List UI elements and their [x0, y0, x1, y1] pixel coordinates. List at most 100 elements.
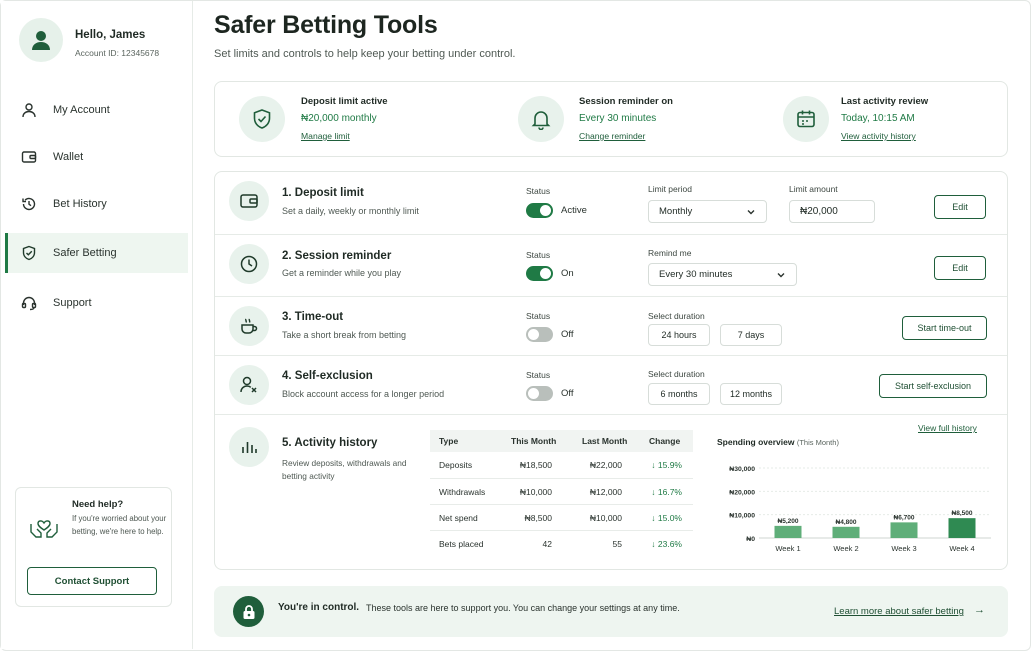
summary-value: Today, 10:15 AM: [841, 113, 915, 124]
duration-option-7-days[interactable]: 7 days: [720, 324, 782, 346]
time-out-status-text: Off: [561, 329, 574, 340]
activity-history-desc-line1: Review deposits, withdrawals and: [282, 458, 407, 468]
table-cell: ₦10,000: [589, 513, 622, 523]
activity-history-desc-line2: betting activity: [282, 471, 335, 481]
limit-amount-label: Limit amount: [789, 184, 838, 194]
sidebar-item-wallet[interactable]: Wallet: [5, 137, 188, 177]
table-cell: ↓ 16.7%: [651, 487, 682, 497]
sidebar-item-label: My Account: [53, 104, 110, 116]
deposit-status-text: Active: [561, 205, 587, 216]
x-tick-label: Week 1: [775, 544, 800, 553]
table-cell: ₦18,500: [519, 460, 552, 470]
deposit-edit-button[interactable]: Edit: [934, 195, 986, 219]
duration-option-24-hours[interactable]: 24 hours: [648, 324, 710, 346]
session-reminder-toggle[interactable]: [526, 266, 553, 281]
time-out-title: 3. Time-out: [282, 311, 344, 323]
tools-panel: 1. Deposit limit Set a daily, weekly or …: [214, 171, 1008, 570]
limit-period-value: Monthly: [659, 206, 693, 217]
summary-session-reminder: Session reminder on Every 30 minutes Cha…: [495, 82, 755, 158]
start-time-out-button[interactable]: Start time-out: [902, 316, 987, 340]
chart-title-main: Spending overview: [717, 437, 795, 447]
y-tick-label: ₦0: [746, 536, 755, 543]
row-divider: [430, 504, 693, 505]
duration-option-6-months[interactable]: 6 months: [648, 383, 710, 405]
summary-last-activity: Last activity review Today, 10:15 AM Vie…: [761, 82, 1007, 158]
self-exclusion-toggle[interactable]: [526, 386, 553, 401]
change-reminder-link[interactable]: Change reminder: [579, 131, 645, 141]
remind-me-select[interactable]: Every 30 minutes: [648, 263, 797, 286]
footer-text: These tools are here to support you. You…: [366, 603, 680, 613]
arrow-right-icon[interactable]: →: [974, 604, 985, 616]
row-divider: [430, 530, 693, 531]
table-cell: ₦22,000: [589, 460, 622, 470]
chevron-down-icon: [746, 207, 756, 220]
column-header: This Month: [511, 436, 557, 446]
remind-me-label: Remind me: [648, 248, 692, 258]
bar: [832, 526, 860, 538]
view-activity-history-link[interactable]: View activity history: [841, 131, 916, 141]
summary-deposit-limit: Deposit limit active ₦20,000 monthly Man…: [215, 82, 475, 158]
sidebar-item-bet-history[interactable]: Bet History: [5, 184, 188, 224]
bar-value-label: ₦4,800: [836, 519, 857, 526]
limit-period-select[interactable]: Monthly: [648, 200, 767, 223]
table-cell: ₦10,000: [519, 487, 552, 497]
user-icon: [20, 101, 38, 119]
limit-amount-input[interactable]: ₦20,000: [789, 200, 875, 223]
table-cell: Net spend: [439, 513, 478, 523]
sidebar-item-support[interactable]: Support: [5, 283, 188, 323]
sidebar-item-label: Safer Betting: [53, 247, 117, 259]
summary-value: ₦20,000 monthly: [301, 113, 377, 124]
shield-check-icon: [239, 96, 285, 142]
summary-value: Every 30 minutes: [579, 113, 657, 124]
session-reminder-desc: Get a reminder while you play: [282, 268, 402, 278]
row-divider: [215, 234, 1007, 235]
summary-title: Deposit limit active: [301, 96, 388, 107]
remind-me-value: Every 30 minutes: [659, 269, 733, 280]
status-label: Status: [526, 370, 551, 380]
user-greeting: Hello, James: [75, 29, 146, 41]
duration-option-12-months[interactable]: 12 months: [720, 383, 782, 405]
bar-value-label: ₦5,200: [778, 518, 799, 525]
help-text: If you're worried about your betting, we…: [72, 514, 167, 536]
bar-value-label: ₦6,700: [894, 514, 915, 521]
account-id: Account ID: 12345678: [75, 48, 160, 58]
activity-history-title: 5. Activity history: [282, 437, 378, 449]
coffee-cup-icon: [229, 306, 269, 346]
column-header: Last Month: [582, 436, 628, 446]
deposit-limit-toggle[interactable]: [526, 203, 553, 218]
table-cell: ₦12,000: [589, 487, 622, 497]
table-cell: 55: [612, 539, 622, 549]
avatar[interactable]: [19, 18, 63, 62]
lock-icon: [233, 596, 264, 627]
table-cell: Withdrawals: [439, 487, 486, 497]
table-cell: ↓ 15.9%: [651, 460, 682, 470]
sidebar-item-safer-betting[interactable]: Safer Betting: [5, 233, 188, 273]
shield-icon: [20, 244, 38, 262]
heart-hands-icon: [28, 510, 60, 545]
help-card: Need help? If you're worried about your …: [15, 487, 172, 607]
footer-banner: You're in control. These tools are here …: [214, 586, 1008, 637]
y-tick-label: ₦20,000: [729, 489, 755, 496]
sidebar-item-label: Support: [53, 297, 92, 309]
view-full-history-link[interactable]: View full history: [918, 423, 977, 433]
time-out-toggle[interactable]: [526, 327, 553, 342]
self-exclusion-desc: Block account access for a longer period: [282, 389, 445, 399]
manage-limit-link[interactable]: Manage limit: [301, 131, 350, 141]
y-tick-label: ₦30,000: [729, 466, 755, 473]
start-self-exclusion-button[interactable]: Start self-exclusion: [879, 374, 987, 398]
footer-bold-text: You're in control.: [278, 602, 360, 613]
session-edit-button[interactable]: Edit: [934, 256, 986, 280]
sidebar-item-my-account[interactable]: My Account: [5, 90, 188, 130]
row-divider: [430, 478, 693, 479]
sidebar: Hello, James Account ID: 12345678 My Acc…: [1, 1, 193, 649]
table-cell: 42: [542, 539, 552, 549]
clock-icon: [229, 244, 269, 284]
contact-support-button[interactable]: Contact Support: [27, 567, 157, 595]
page-subtitle: Set limits and controls to help keep you…: [214, 48, 516, 60]
sidebar-item-label: Wallet: [53, 151, 84, 163]
bar-value-label: ₦8,500: [952, 510, 973, 517]
wallet-icon: [20, 148, 38, 166]
learn-more-link[interactable]: Learn more about safer betting: [834, 606, 964, 617]
time-out-desc: Take a short break from betting: [282, 330, 407, 340]
self-exclusion-status-text: Off: [561, 388, 574, 399]
